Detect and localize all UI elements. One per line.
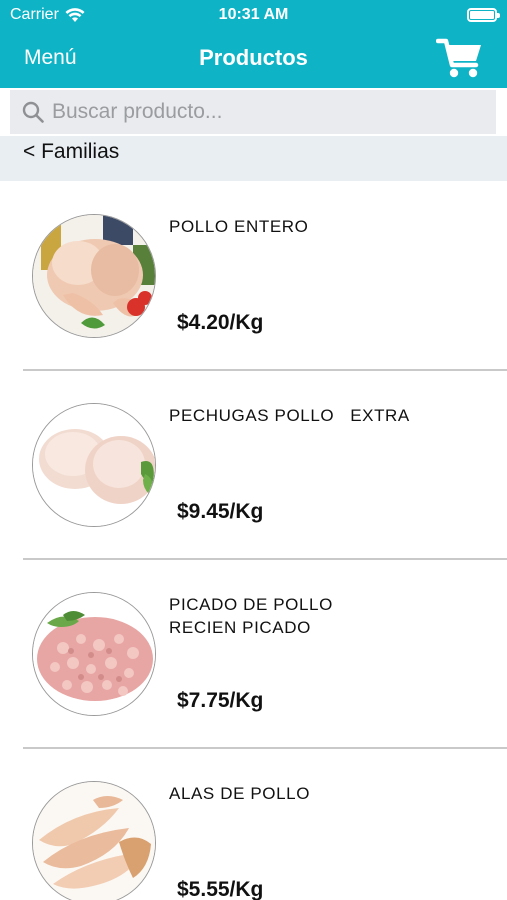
product-name: ALAS DE POLLO (169, 784, 311, 803)
status-time: 10:31 AM (218, 6, 289, 23)
shopping-cart-icon (435, 38, 481, 78)
chicken-breasts-image (32, 403, 156, 527)
search-box[interactable] (10, 90, 496, 134)
navigation-bar: Menú Productos (0, 30, 507, 88)
product-name: POLLO ENTERO (169, 217, 309, 236)
product-price: $5.55/Kg (177, 878, 264, 900)
search-bar (0, 88, 507, 136)
search-input[interactable] (52, 90, 482, 134)
search-icon (22, 101, 44, 123)
product-name: PICADO DE POLLO RECIEN PICADO (169, 595, 333, 637)
breadcrumb: < Familias (0, 136, 507, 181)
chicken-wings-image (32, 781, 156, 900)
cart-button[interactable] (435, 36, 486, 80)
product-price: $9.45/Kg (177, 500, 264, 523)
back-to-families-link[interactable]: < Familias (23, 140, 119, 164)
product-name: PECHUGAS POLLO EXTRA (169, 406, 410, 425)
list-item-product[interactable]: PECHUGAS POLLO EXTRA $9.45/Kg (0, 370, 507, 559)
battery-icon (467, 8, 500, 22)
app-header: Carrier 10:31 AM Menú Productos (0, 0, 507, 88)
status-bar: Carrier 10:31 AM (0, 0, 507, 30)
product-price: $4.20/Kg (177, 311, 264, 334)
product-price: $7.75/Kg (177, 689, 264, 712)
list-item-product[interactable]: ALAS DE POLLO $5.55/Kg (0, 748, 507, 900)
list-item-product[interactable]: PICADO DE POLLO RECIEN PICADO $7.75/Kg (0, 559, 507, 748)
whole-chicken-image (32, 214, 156, 338)
list-item-product[interactable]: POLLO ENTERO $4.20/Kg (0, 181, 507, 370)
minced-chicken-image (32, 592, 156, 716)
page-title: Productos (199, 45, 308, 70)
